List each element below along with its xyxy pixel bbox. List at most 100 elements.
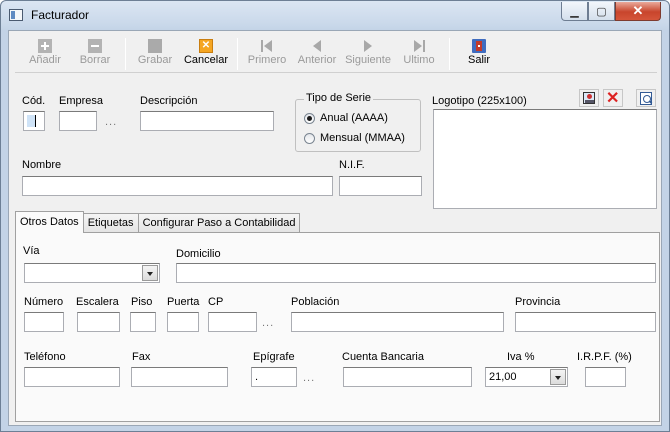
- telefono-input[interactable]: [24, 367, 120, 387]
- plus-icon: [38, 39, 52, 53]
- radio-anual-dot: [304, 112, 315, 124]
- next-record-button[interactable]: Siguiente: [343, 37, 393, 71]
- save-button[interactable]: Grabar: [133, 37, 177, 71]
- poblacion-input[interactable]: [291, 312, 504, 332]
- last-record-button[interactable]: Ultimo: [399, 37, 439, 71]
- exit-button[interactable]: Salir: [461, 37, 497, 71]
- via-select[interactable]: [24, 263, 160, 283]
- toolbar: Añadir Borrar Grabar Cancelar Primero: [15, 35, 657, 73]
- delete-button[interactable]: Borrar: [73, 37, 117, 71]
- epigrafe-input-box[interactable]: [252, 368, 296, 386]
- irpf-input[interactable]: [585, 367, 626, 387]
- photo-icon: [583, 92, 595, 104]
- provincia-input[interactable]: [515, 312, 656, 332]
- epigrafe-lookup-button[interactable]: ...: [303, 372, 315, 384]
- maximize-button[interactable]: ▢: [588, 2, 615, 21]
- exit-door-icon: [472, 39, 486, 53]
- cuenta-bancaria-input-box[interactable]: [344, 368, 471, 386]
- nif-input-box[interactable]: [340, 177, 421, 195]
- chevron-down-icon[interactable]: [550, 369, 566, 385]
- delete-logo-button[interactable]: ✕: [603, 89, 623, 107]
- delete-x-icon: ✕: [606, 90, 620, 107]
- piso-input-box[interactable]: [131, 313, 155, 331]
- epigrafe-input[interactable]: [251, 367, 297, 387]
- cancel-button[interactable]: Cancelar: [183, 37, 229, 71]
- logo-image-box[interactable]: [433, 109, 657, 209]
- descripcion-input-box[interactable]: [141, 112, 273, 130]
- descripcion-input[interactable]: [140, 111, 274, 131]
- delete-button-label: Borrar: [79, 54, 111, 66]
- irpf-label: I.R.P.F. (%): [577, 351, 632, 363]
- save-button-label: Grabar: [137, 54, 173, 66]
- radio-mensual-dot: [304, 132, 315, 144]
- provincia-input-box[interactable]: [516, 313, 655, 331]
- skip-last-icon: [412, 39, 426, 53]
- prev-button-label: Anterior: [297, 54, 337, 66]
- add-button-label: Añadir: [29, 54, 61, 66]
- skip-first-icon: [260, 39, 274, 53]
- cp-lookup-button[interactable]: ...: [262, 317, 274, 329]
- cod-input-box[interactable]: [24, 112, 44, 130]
- puerta-input[interactable]: [167, 312, 199, 332]
- empresa-input-box[interactable]: [60, 112, 96, 130]
- tab-etiquetas[interactable]: Etiquetas: [82, 213, 139, 233]
- form-client-area: Añadir Borrar Grabar Cancelar Primero: [8, 30, 662, 426]
- fax-input-box[interactable]: [132, 368, 227, 386]
- app-window-icon: [9, 9, 23, 21]
- toolbar-separator: [449, 38, 450, 70]
- puerta-input-box[interactable]: [168, 313, 198, 331]
- empresa-input[interactable]: [59, 111, 97, 131]
- add-button[interactable]: Añadir: [23, 37, 67, 71]
- minus-icon: [88, 39, 102, 53]
- cod-input[interactable]: [23, 111, 45, 131]
- first-record-button[interactable]: Primero: [245, 37, 289, 71]
- load-logo-button[interactable]: [579, 89, 599, 107]
- poblacion-input-box[interactable]: [292, 313, 503, 331]
- nombre-input-box[interactable]: [23, 177, 332, 195]
- chevron-down-icon[interactable]: [142, 265, 158, 281]
- numero-input-box[interactable]: [25, 313, 63, 331]
- escalera-label: Escalera: [76, 296, 119, 308]
- toolbar-separator: [125, 38, 126, 70]
- irpf-input-box[interactable]: [586, 368, 625, 386]
- tab-otros-datos[interactable]: Otros Datos: [15, 211, 84, 233]
- cp-input[interactable]: [208, 312, 257, 332]
- toolbar-separator: [237, 38, 238, 70]
- numero-input[interactable]: [24, 312, 64, 332]
- last-button-label: Ultimo: [403, 54, 435, 66]
- nif-label: N.I.F.: [339, 159, 365, 171]
- fax-label: Fax: [132, 351, 151, 363]
- window-title: Facturador: [31, 8, 90, 22]
- domicilio-input-box[interactable]: [177, 264, 655, 282]
- title-bar[interactable]: Facturador ▁ ▢ ✕: [1, 1, 669, 29]
- previous-record-button[interactable]: Anterior: [295, 37, 339, 71]
- numero-label: Número: [24, 296, 64, 308]
- tab-configurar-contabilidad[interactable]: Configurar Paso a Contabilidad: [137, 213, 301, 233]
- arrow-left-icon: [310, 39, 324, 53]
- next-button-label: Siguiente: [345, 54, 391, 66]
- cp-input-box[interactable]: [209, 313, 256, 331]
- domicilio-input[interactable]: [176, 263, 656, 283]
- minimize-button[interactable]: ▁: [561, 2, 588, 21]
- iva-select[interactable]: 21,00: [485, 367, 568, 387]
- nombre-input[interactable]: [22, 176, 333, 196]
- radio-anual-label: Anual (AAAA): [320, 112, 388, 124]
- domicilio-label: Domicilio: [176, 248, 221, 260]
- arrow-right-icon: [361, 39, 375, 53]
- cuenta-bancaria-input[interactable]: [343, 367, 472, 387]
- telefono-input-box[interactable]: [25, 368, 119, 386]
- escalera-input-box[interactable]: [78, 313, 119, 331]
- minimize-icon: ▁: [570, 5, 579, 18]
- nif-input[interactable]: [339, 176, 422, 196]
- close-button[interactable]: ✕: [615, 2, 661, 21]
- main-window: Facturador ▁ ▢ ✕ Añadir Borrar Grabar Ca…: [0, 0, 670, 432]
- fax-input[interactable]: [131, 367, 228, 387]
- piso-input[interactable]: [130, 312, 156, 332]
- empresa-lookup-button[interactable]: ...: [105, 116, 117, 128]
- radio-anual[interactable]: Anual (AAAA): [304, 112, 388, 124]
- empresa-label: Empresa: [59, 95, 104, 107]
- zoom-logo-button[interactable]: [636, 89, 656, 107]
- via-label: Vía: [23, 245, 40, 257]
- radio-mensual[interactable]: Mensual (MMAA): [304, 132, 405, 144]
- escalera-input[interactable]: [77, 312, 120, 332]
